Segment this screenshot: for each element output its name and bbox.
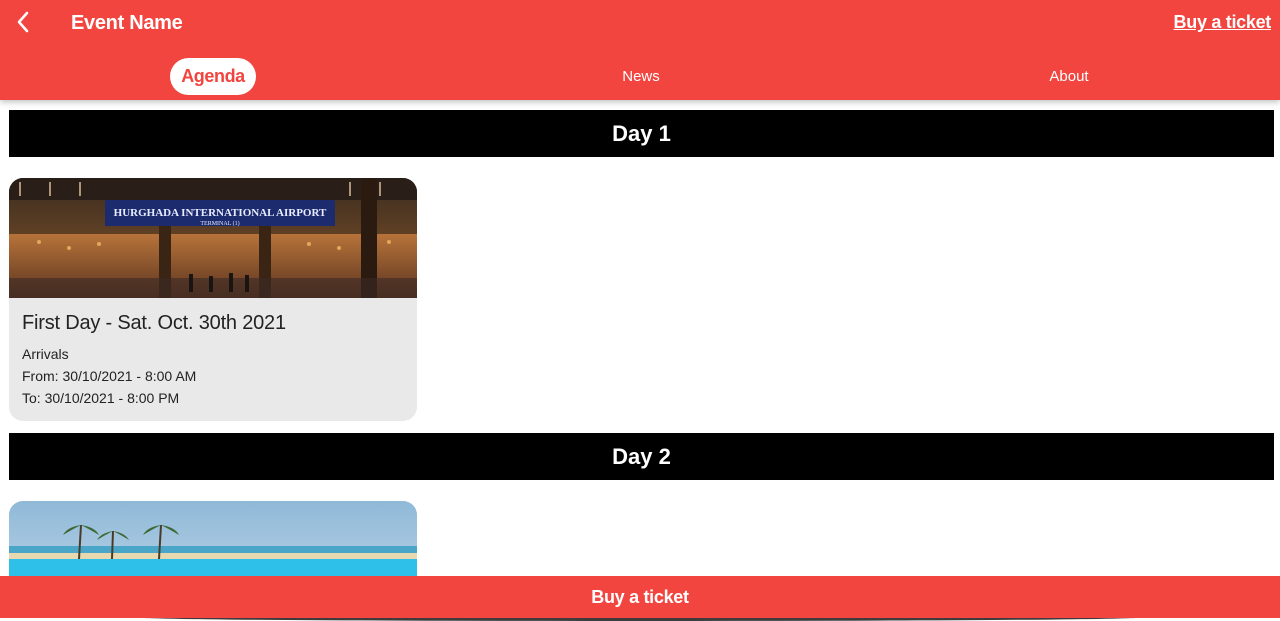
- tab-label: About: [1049, 67, 1089, 85]
- session-start-time: From: 30/10/2021 - 8:00 AM: [22, 368, 197, 384]
- tab-agenda[interactable]: Agenda: [0, 56, 426, 96]
- day-header: Day 2: [9, 433, 1274, 480]
- tab-label: Agenda: [170, 57, 256, 95]
- app-root: Event Name Buy a ticket Agenda News Abou…: [0, 0, 1280, 621]
- agenda-list[interactable]: Day 1 HURGHADA INTERNATIONAL AIRPORT TER…: [0, 100, 1280, 576]
- chevron-left-icon: [16, 11, 30, 38]
- buy-ticket-button[interactable]: Buy a ticket: [0, 576, 1280, 618]
- page-title: Event Name: [71, 12, 183, 34]
- image-subsign-text: TERMINAL (1): [200, 220, 239, 227]
- session-title: First Day - Sat. Oct. 30th 2021: [22, 312, 286, 334]
- session-end-time: To: 30/10/2021 - 8:00 PM: [22, 390, 180, 406]
- session-image: HURGHADA INTERNATIONAL AIRPORT TERMINAL …: [9, 178, 417, 298]
- buy-ticket-link[interactable]: Buy a ticket: [1174, 12, 1272, 33]
- session-card[interactable]: HURGHADA INTERNATIONAL AIRPORT TERMINAL …: [9, 178, 417, 421]
- tab-news[interactable]: News: [428, 56, 854, 96]
- session-card[interactable]: [9, 501, 417, 576]
- day-header: Day 1: [9, 110, 1274, 157]
- session-image: [9, 501, 417, 576]
- back-button[interactable]: [8, 8, 38, 40]
- tab-about[interactable]: About: [856, 56, 1280, 96]
- session-details: First Day - Sat. Oct. 30th 2021 Arrivals…: [9, 298, 417, 421]
- session-subtitle: Arrivals: [22, 346, 69, 362]
- tab-label: News: [622, 67, 660, 85]
- app-header: Event Name Buy a ticket Agenda News Abou…: [0, 0, 1280, 100]
- tab-bar: Agenda News About: [0, 56, 1280, 96]
- image-sign-text: HURGHADA INTERNATIONAL AIRPORT: [114, 207, 327, 219]
